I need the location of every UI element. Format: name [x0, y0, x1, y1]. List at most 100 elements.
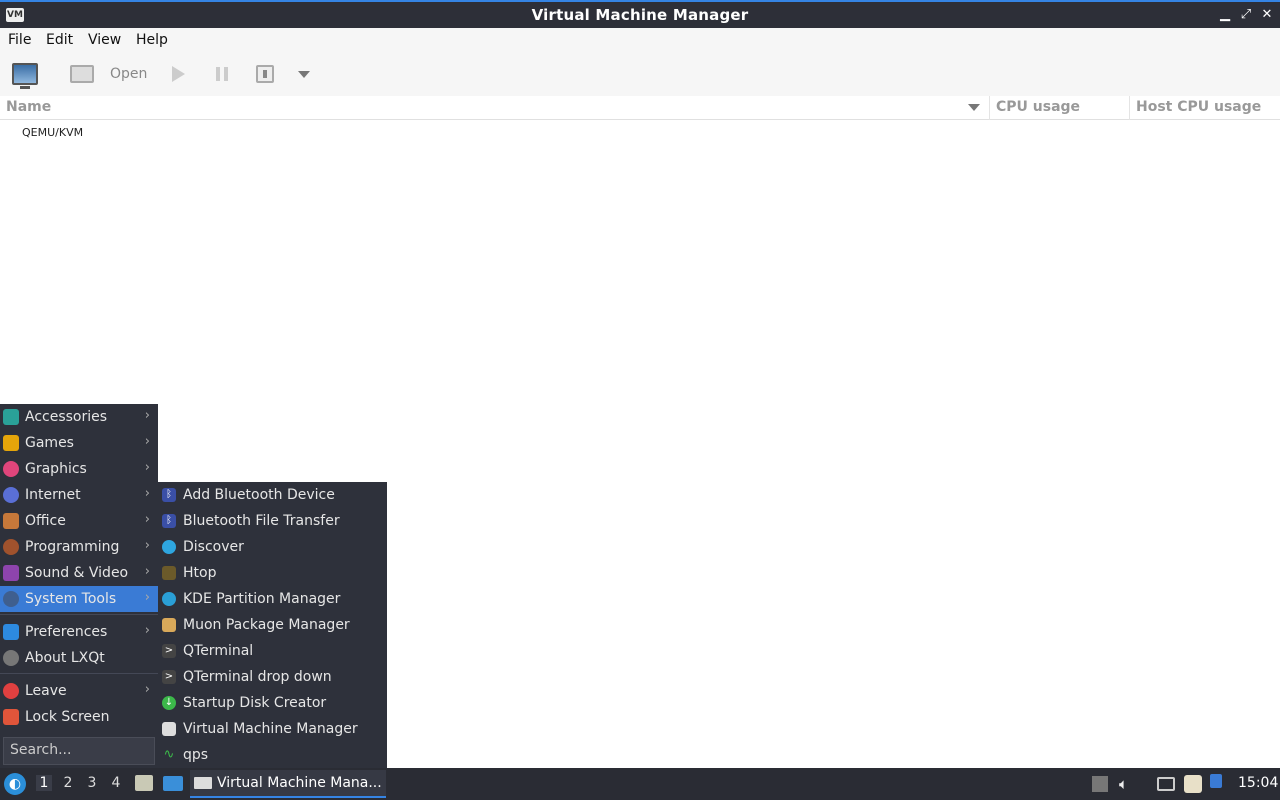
- shutdown-button[interactable]: [256, 60, 274, 88]
- submenu-item-partition-manager[interactable]: KDE Partition Manager: [158, 586, 387, 612]
- submenu-item-qps[interactable]: ∿ qps: [158, 742, 387, 768]
- workspace-2[interactable]: 2: [60, 775, 76, 791]
- submenu-item-label: qps: [183, 747, 209, 763]
- qps-icon: ∿: [163, 747, 175, 762]
- chevron-right-icon: ›: [144, 408, 150, 423]
- games-icon: [3, 435, 19, 451]
- submenu-item-label: Bluetooth File Transfer: [183, 513, 340, 529]
- virt-manager-icon: [194, 777, 212, 789]
- system-tools-submenu: ᛒ Add Bluetooth Device ᛒ Bluetooth File …: [158, 482, 387, 768]
- lock-icon: [3, 709, 19, 725]
- submenu-item-label: Startup Disk Creator: [183, 695, 327, 711]
- internet-icon: [3, 487, 19, 503]
- volume-icon[interactable]: 🔈︎: [1119, 775, 1137, 793]
- chevron-right-icon: ›: [144, 434, 150, 449]
- minimize-button[interactable]: ▁: [1216, 6, 1234, 24]
- clipboard-icon[interactable]: [1184, 775, 1202, 793]
- menu-item-label: Graphics: [25, 461, 87, 477]
- submenu-item-qterminal-dropdown[interactable]: > QTerminal drop down: [158, 664, 387, 690]
- clock[interactable]: 15:04: [1238, 775, 1278, 791]
- chevron-right-icon: ›: [144, 590, 150, 605]
- menu-item-system-tools[interactable]: System Tools ›: [0, 586, 158, 612]
- submenu-item-discover[interactable]: Discover: [158, 534, 387, 560]
- chevron-right-icon: ›: [144, 564, 150, 579]
- menu-edit[interactable]: Edit: [46, 32, 73, 48]
- menu-separator: [0, 614, 158, 615]
- menu-item-label: Internet: [25, 487, 81, 503]
- play-icon: [172, 66, 185, 82]
- workspace-1[interactable]: 1: [36, 775, 52, 791]
- menu-item-lock-screen[interactable]: Lock Screen: [0, 704, 158, 730]
- tray-arrow-icon[interactable]: [1092, 776, 1108, 792]
- shutdown-menu-button[interactable]: [298, 60, 310, 88]
- menu-item-label: Programming: [25, 539, 120, 555]
- menu-item-accessories[interactable]: Accessories ›: [0, 404, 158, 430]
- menu-help[interactable]: Help: [136, 32, 168, 48]
- submenu-item-htop[interactable]: Htop: [158, 560, 387, 586]
- column-separator: [1129, 96, 1130, 120]
- start-menu-button[interactable]: ◐: [4, 773, 26, 795]
- menu-item-about[interactable]: About LXQt: [0, 645, 158, 671]
- bluetooth-icon: ᛒ: [162, 514, 176, 528]
- workspace-4[interactable]: 4: [108, 775, 124, 791]
- menu-item-label: Lock Screen: [25, 709, 110, 725]
- preferences-icon: [3, 624, 19, 640]
- submenu-item-label: Add Bluetooth Device: [183, 487, 335, 503]
- taskbar-task-virt-manager[interactable]: Virtual Machine Mana...: [190, 770, 386, 798]
- column-cpu-usage[interactable]: CPU usage: [996, 99, 1080, 115]
- submenu-item-label: KDE Partition Manager: [183, 591, 341, 607]
- office-icon: [3, 513, 19, 529]
- new-vm-button[interactable]: [12, 60, 38, 89]
- submenu-item-startup-disk[interactable]: ↓ Startup Disk Creator: [158, 690, 387, 716]
- package-icon: [162, 618, 176, 632]
- new-vm-icon: [12, 63, 38, 89]
- submenu-item-add-bluetooth[interactable]: ᛒ Add Bluetooth Device: [158, 482, 387, 508]
- menu-item-office[interactable]: Office ›: [0, 508, 158, 534]
- submenu-item-bluetooth-transfer[interactable]: ᛒ Bluetooth File Transfer: [158, 508, 387, 534]
- partition-icon: [162, 592, 176, 606]
- show-desktop-icon[interactable]: [163, 776, 183, 791]
- file-manager-icon[interactable]: [135, 775, 153, 791]
- submenu-item-muon[interactable]: Muon Package Manager: [158, 612, 387, 638]
- menubar: File Edit View Help: [0, 28, 1280, 52]
- menu-item-label: Preferences: [25, 624, 108, 640]
- menu-item-sound-video[interactable]: Sound & Video ›: [0, 560, 158, 586]
- column-name[interactable]: Name: [6, 99, 51, 115]
- menu-item-games[interactable]: Games ›: [0, 430, 158, 456]
- menu-item-label: Games: [25, 435, 74, 451]
- window-title: Virtual Machine Manager: [531, 6, 749, 24]
- menu-file[interactable]: File: [8, 32, 31, 48]
- menu-item-label: About LXQt: [25, 650, 105, 666]
- network-icon[interactable]: [1157, 777, 1175, 791]
- connection-row[interactable]: QEMU/KVM: [22, 126, 83, 139]
- taskbar: ◐ 1 2 3 4 Virtual Machine Mana... 🔈︎ 15:…: [0, 768, 1280, 800]
- close-button[interactable]: ✕: [1258, 6, 1276, 24]
- menu-item-internet[interactable]: Internet ›: [0, 482, 158, 508]
- run-button[interactable]: [172, 60, 185, 88]
- menu-view[interactable]: View: [88, 32, 121, 48]
- menu-item-label: Office: [25, 513, 66, 529]
- chevron-right-icon: ›: [144, 538, 150, 553]
- menu-separator: [0, 673, 158, 674]
- submenu-item-virt-manager[interactable]: Virtual Machine Manager: [158, 716, 387, 742]
- update-notifier-icon[interactable]: [1210, 774, 1222, 788]
- toolbar: Open: [0, 52, 1280, 96]
- sort-arrow-icon[interactable]: [968, 104, 980, 111]
- search-input[interactable]: Search...: [3, 737, 155, 765]
- programming-icon: [3, 539, 19, 555]
- vm-list-header: Name CPU usage Host CPU usage: [0, 96, 1280, 120]
- maximize-button[interactable]: ⤢: [1237, 6, 1255, 24]
- menu-item-graphics[interactable]: Graphics ›: [0, 456, 158, 482]
- column-host-cpu-usage[interactable]: Host CPU usage: [1136, 99, 1261, 115]
- terminal-icon: >: [162, 644, 176, 658]
- submenu-item-qterminal[interactable]: > QTerminal: [158, 638, 387, 664]
- menu-item-preferences[interactable]: Preferences ›: [0, 619, 158, 645]
- shutdown-icon: [256, 65, 274, 83]
- submenu-item-label: Muon Package Manager: [183, 617, 350, 633]
- menu-item-programming[interactable]: Programming ›: [0, 534, 158, 560]
- pause-button[interactable]: [216, 60, 228, 88]
- workspace-3[interactable]: 3: [84, 775, 100, 791]
- menu-item-label: System Tools: [25, 591, 117, 607]
- menu-item-leave[interactable]: Leave ›: [0, 678, 158, 704]
- open-button[interactable]: Open: [70, 60, 147, 88]
